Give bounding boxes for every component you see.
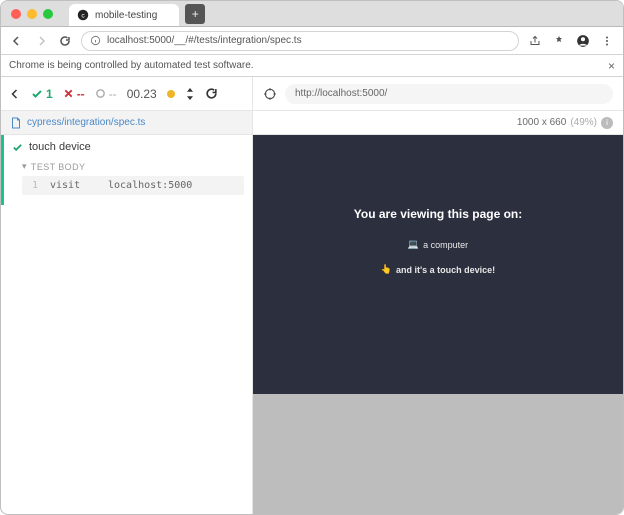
- command-row[interactable]: 1 visit localhost:5000: [22, 176, 244, 195]
- address-bar-text: localhost:5000/__/#/tests/integration/sp…: [107, 35, 302, 46]
- check-icon: [12, 142, 23, 153]
- app-preview: You are viewing this page on: 💻 a comput…: [253, 135, 623, 514]
- cypress-header: 1 -- -- 00.23 http://loc: [1, 77, 623, 111]
- automation-infobar: Chrome is being controlled by automated …: [1, 55, 623, 77]
- stats-pending-count: --: [109, 87, 117, 101]
- test-body-label-text: TEST BODY: [31, 162, 85, 172]
- stats-passed: 1: [31, 87, 53, 101]
- recording-indicator-icon: [167, 90, 175, 98]
- automation-infobar-close-icon[interactable]: ×: [608, 59, 615, 73]
- viewport-toggle-icon[interactable]: [185, 88, 195, 100]
- spec-file-bar[interactable]: cypress/integration/spec.ts: [1, 111, 253, 134]
- automation-infobar-text: Chrome is being controlled by automated …: [9, 60, 254, 71]
- preview-letterbox: [253, 394, 623, 514]
- stats-duration: 00.23: [127, 87, 157, 101]
- aut-device-line: 💻 a computer: [408, 239, 468, 250]
- minimize-window-button[interactable]: [27, 9, 37, 19]
- close-window-button[interactable]: [11, 9, 21, 19]
- file-icon: [11, 117, 21, 129]
- computer-emoji-icon: 💻: [408, 239, 419, 250]
- profile-icon[interactable]: [575, 33, 591, 49]
- browser-actions: [527, 33, 615, 49]
- new-tab-button[interactable]: +: [185, 4, 205, 24]
- browser-navbar: localhost:5000/__/#/tests/integration/sp…: [1, 27, 623, 55]
- caret-down-icon: ▾: [22, 161, 27, 172]
- app-url-text: http://localhost:5000/: [295, 88, 387, 99]
- site-info-icon[interactable]: [90, 35, 101, 46]
- stats-pending: --: [95, 87, 117, 101]
- cypress-back-button[interactable]: [9, 88, 21, 100]
- test-block[interactable]: touch device ▾ TEST BODY 1 visit localho…: [1, 135, 252, 205]
- viewport-scale: (49%): [570, 117, 597, 128]
- app-under-test: You are viewing this page on: 💻 a comput…: [253, 135, 623, 394]
- cypress-stats: 1 -- -- 00.23: [1, 77, 253, 110]
- stats-passed-count: 1: [46, 87, 53, 101]
- pointing-emoji-icon: 👆: [381, 264, 392, 275]
- viewport-info: 1000 x 660 (49%) i: [253, 111, 623, 134]
- cypress-body: touch device ▾ TEST BODY 1 visit localho…: [1, 135, 623, 514]
- browser-tab[interactable]: c mobile-testing: [69, 4, 179, 26]
- extensions-icon[interactable]: [551, 33, 567, 49]
- app-url-field[interactable]: http://localhost:5000/: [285, 84, 613, 104]
- mac-titlebar: c mobile-testing +: [1, 1, 623, 27]
- browser-tabstrip: c mobile-testing +: [69, 1, 205, 26]
- browser-window: c mobile-testing + localhost:5000/__/#/t…: [0, 0, 624, 515]
- viewport-info-icon[interactable]: i: [601, 117, 613, 129]
- aut-touch-line: 👆 and it's a touch device!: [381, 264, 495, 275]
- test-title-row: touch device: [12, 141, 244, 153]
- stats-failed-count: --: [77, 87, 85, 101]
- spec-file-path: cypress/integration/spec.ts: [27, 117, 145, 128]
- command-index: 1: [28, 180, 38, 191]
- command-log: touch device ▾ TEST BODY 1 visit localho…: [1, 135, 253, 514]
- rerun-icon[interactable]: [205, 87, 218, 100]
- aut-device-text: a computer: [423, 240, 468, 250]
- nav-forward-icon[interactable]: [33, 33, 49, 49]
- command-name: visit: [50, 180, 96, 191]
- nav-back-icon[interactable]: [9, 33, 25, 49]
- kebab-menu-icon[interactable]: [599, 33, 615, 49]
- aut-headline: You are viewing this page on:: [354, 207, 522, 221]
- address-bar[interactable]: localhost:5000/__/#/tests/integration/sp…: [81, 31, 519, 51]
- command-message: localhost:5000: [108, 180, 192, 191]
- cypress-url-area: http://localhost:5000/: [253, 84, 623, 104]
- test-body-label: ▾ TEST BODY: [22, 161, 244, 172]
- viewport-dimensions: 1000 x 660: [517, 117, 567, 128]
- stats-failed: --: [63, 87, 85, 101]
- traffic-lights: [1, 9, 63, 19]
- zoom-window-button[interactable]: [43, 9, 53, 19]
- browser-tab-title: mobile-testing: [95, 10, 157, 21]
- cypress-subheader: cypress/integration/spec.ts 1000 x 660 (…: [1, 111, 623, 135]
- test-title-text: touch device: [29, 141, 91, 153]
- share-icon[interactable]: [527, 33, 543, 49]
- nav-reload-icon[interactable]: [57, 33, 73, 49]
- aut-touch-text: and it's a touch device!: [396, 265, 495, 275]
- cypress-favicon-icon: c: [77, 9, 89, 21]
- selector-playground-icon[interactable]: [263, 87, 277, 101]
